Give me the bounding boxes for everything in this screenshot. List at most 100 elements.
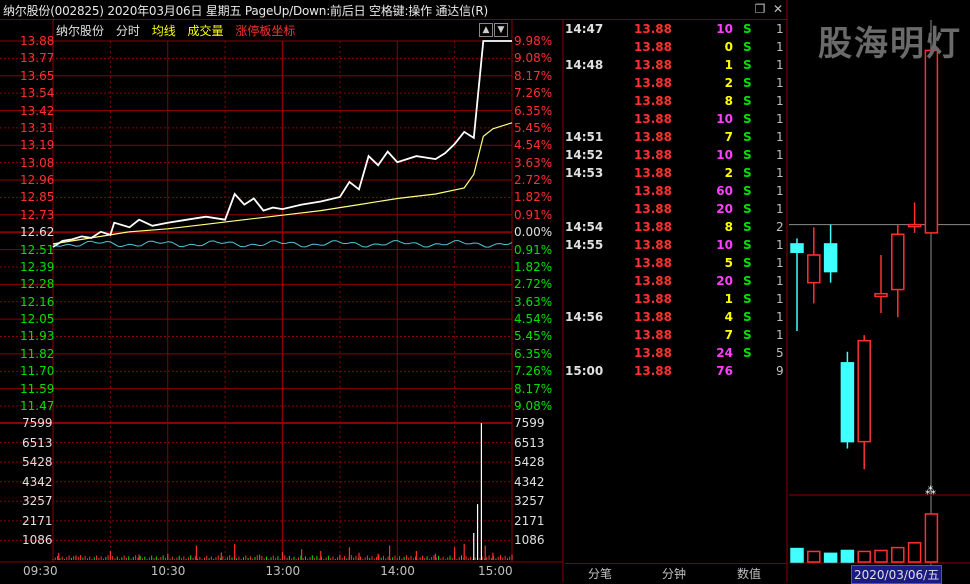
tick-row[interactable]: 14:53 13.88 2 S 1 [565, 166, 787, 184]
candle-body [790, 243, 804, 253]
tick-price: 13.88 [634, 292, 672, 306]
candle-body [857, 339, 871, 443]
price-tick-label: 11.59 [20, 381, 55, 396]
pct-tick-label: 5.45% [514, 120, 553, 135]
tick-side: S [743, 202, 752, 216]
tick-row[interactable]: 13.88 20 S 1 [565, 202, 787, 220]
kline-volume-bar [857, 550, 871, 563]
price-tick-label: 13.65 [20, 68, 55, 83]
pct-tick-label: 0.91% [514, 242, 553, 257]
price-tick-label: 12.51 [20, 242, 55, 257]
tick-row[interactable]: 14:51 13.88 7 S 1 [565, 130, 787, 148]
tick-price: 13.88 [634, 40, 672, 54]
tick-volume: 24 [716, 346, 733, 360]
tab-fenzhong[interactable]: 分钟 [662, 565, 686, 582]
tick-volume: 20 [716, 202, 733, 216]
pct-tick-label: 6.35% [514, 103, 553, 118]
legend-limit-axis[interactable]: 涨停板坐标 [235, 24, 295, 38]
tick-count: 1 [776, 328, 784, 342]
tick-row[interactable]: 13.88 2 S 1 [565, 76, 787, 94]
crosshair-marker: ⁂ [925, 484, 936, 497]
tick-price: 13.88 [634, 220, 672, 234]
nav-up-icon[interactable]: ▲ [479, 23, 493, 37]
price-tick-label: 13.77 [20, 51, 55, 66]
tick-price: 13.88 [634, 112, 672, 126]
tick-count: 1 [776, 274, 784, 288]
tick-price: 13.88 [634, 76, 672, 90]
tick-volume: 76 [716, 364, 733, 378]
tick-row[interactable]: 14:54 13.88 8 S 2 [565, 220, 787, 238]
tick-time: 14:56 [565, 310, 604, 324]
tick-time: 15:00 [565, 364, 604, 378]
tick-count: 1 [776, 166, 784, 180]
tick-side: S [743, 328, 752, 342]
tick-row[interactable]: 13.88 10 S 1 [565, 112, 787, 130]
tick-price: 13.88 [634, 274, 672, 288]
tick-volume: 8 [724, 220, 733, 234]
pct-tick-label: 7.26% [514, 364, 553, 379]
tick-row[interactable]: 13.88 5 S 1 [565, 256, 787, 274]
tick-time: 14:52 [565, 148, 604, 162]
tick-time: 14:48 [565, 58, 604, 72]
price-tick-label: 13.42 [20, 103, 55, 118]
tick-count: 1 [776, 202, 784, 216]
tick-price: 13.88 [634, 202, 672, 216]
tick-side: S [743, 238, 752, 252]
tick-row[interactable]: 14:47 13.88 10 S 1 [565, 22, 787, 40]
volume-tick-label: 4342 [22, 474, 53, 489]
tick-count: 1 [776, 22, 784, 36]
tick-row[interactable]: 15:00 13.88 76 9 [565, 364, 787, 382]
tick-volume: 7 [724, 328, 733, 342]
legend-fenshi[interactable]: 分时 [116, 24, 140, 38]
tick-row[interactable]: 13.88 7 S 1 [565, 328, 787, 346]
tab-shuzhi[interactable]: 数值 [737, 565, 761, 582]
legend-volume[interactable]: 成交量 [188, 24, 224, 38]
tick-row[interactable]: 13.88 0 S 1 [565, 40, 787, 58]
tab-fenbi[interactable]: 分笔 [588, 565, 612, 582]
pct-tick-label: 9.08% [514, 399, 553, 413]
pct-tick-label: 0.00% [514, 225, 553, 240]
volume-tick-label: 1086 [514, 533, 545, 548]
volume-tick-label: 4342 [514, 474, 545, 489]
pct-tick-label: 5.45% [514, 329, 553, 344]
pct-tick-label: 1.82% [514, 259, 553, 274]
tick-row[interactable]: 14:48 13.88 1 S 1 [565, 58, 787, 76]
tick-row[interactable]: 14:56 13.88 4 S 1 [565, 310, 787, 328]
tick-row[interactable]: 13.88 20 S 1 [565, 274, 787, 292]
tick-volume: 1 [724, 58, 733, 72]
tick-row[interactable]: 13.88 1 S 1 [565, 292, 787, 310]
tick-time: 14:51 [565, 130, 604, 144]
tick-price: 13.88 [634, 310, 672, 324]
tick-row[interactable]: 13.88 8 S 1 [565, 94, 787, 112]
tick-row[interactable]: 14:52 13.88 10 S 1 [565, 148, 787, 166]
pct-tick-label: 3.63% [514, 294, 553, 309]
tick-count: 1 [776, 40, 784, 54]
legend-avg-line[interactable]: 均线 [152, 24, 176, 38]
tick-count: 5 [776, 346, 784, 360]
pct-tick-label: 8.17% [514, 381, 553, 396]
pct-tick-label: 9.98% [514, 34, 553, 48]
nav-down-icon[interactable]: ▼ [494, 23, 508, 37]
watermark-logo: 股海明灯 [818, 24, 962, 64]
tick-side: S [743, 310, 752, 324]
price-tick-label: 12.62 [20, 225, 55, 240]
tick-row[interactable]: 14:55 13.88 10 S 1 [565, 238, 787, 256]
tick-row[interactable]: 13.88 60 S 1 [565, 184, 787, 202]
tick-side: S [743, 58, 752, 72]
pct-tick-label: 2.72% [514, 277, 553, 292]
kline-volume-bar [823, 552, 838, 563]
price-tick-label: 12.39 [20, 259, 55, 274]
tick-row[interactable]: 13.88 24 S 5 [565, 346, 787, 364]
price-tick-label: 12.73 [20, 207, 55, 222]
kline-volume-bar [807, 550, 821, 563]
price-tick-label: 12.16 [20, 294, 55, 309]
tick-volume: 4 [724, 310, 733, 324]
tick-time: 14:47 [565, 22, 604, 36]
tick-side: S [743, 112, 752, 126]
price-tick-label: 12.96 [20, 173, 55, 188]
tick-price: 13.88 [634, 130, 672, 144]
tick-volume: 60 [716, 184, 733, 198]
tick-count: 1 [776, 292, 784, 306]
tick-price: 13.88 [634, 148, 672, 162]
tick-price: 13.88 [634, 94, 672, 108]
